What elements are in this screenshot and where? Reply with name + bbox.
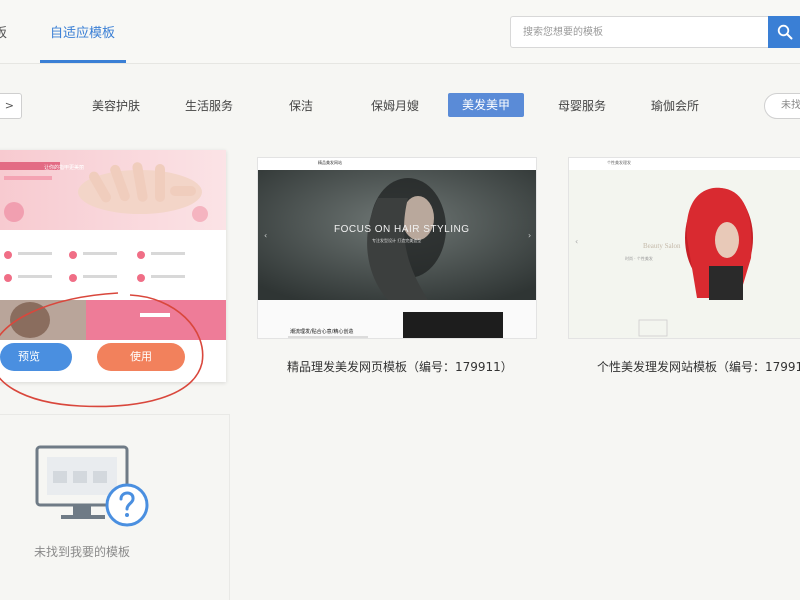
hair-styling-thumbnail: ‹ › xyxy=(258,158,536,338)
template-title-beauty-salon[interactable]: 个性美发理发网站模板（编号：17991 xyxy=(597,358,800,375)
template-card-hair-styling-thumbnail[interactable]: ‹ › 精品美发网站 FOCUS ON HAIR STYLING 专注发型设计 … xyxy=(257,157,537,339)
beauty-salon-hero-text: Beauty Salon xyxy=(643,242,681,250)
search-input[interactable] xyxy=(510,16,768,48)
top-nav: 板 自适应模板 xyxy=(0,0,800,64)
category-not-found-button[interactable]: 未找 xyxy=(764,93,800,119)
not-found-text[interactable]: 未找到我要的模板 xyxy=(34,543,130,560)
search-icon xyxy=(777,24,793,40)
nav-tab-prev[interactable]: 板 xyxy=(0,22,7,41)
category-prev-button[interactable]: > xyxy=(0,93,22,119)
monitor-question-icon xyxy=(35,445,149,527)
category-maternal-infant[interactable]: 母婴服务 xyxy=(558,97,606,114)
category-hair-nails[interactable]: 美发美甲 xyxy=(448,93,525,117)
beauty-salon-thumbnail: ‹ xyxy=(569,158,800,338)
svg-text:›: › xyxy=(528,231,531,240)
category-yoga[interactable]: 瑜伽会所 xyxy=(651,97,699,114)
beauty-salon-brand: 个性美发理发 xyxy=(607,160,631,165)
svg-text:‹: ‹ xyxy=(575,237,578,246)
svg-text:‹: ‹ xyxy=(264,231,267,240)
hair-styling-hero-text: FOCUS ON HAIR STYLING xyxy=(334,224,470,235)
template-card-beauty-salon-thumbnail[interactable]: ‹ 个性美发理发 Beauty Salon 时尚 · 个性美发 xyxy=(568,157,800,339)
category-beauty-skincare[interactable]: 美容护肤 xyxy=(92,97,140,114)
hair-styling-brand: 精品美发网站 xyxy=(318,160,342,165)
category-nanny[interactable]: 保姆月嫂 xyxy=(371,97,419,114)
hair-styling-subheading: 潮流理发/贴合心意/精心创造 xyxy=(290,329,354,335)
not-found-card[interactable] xyxy=(0,414,230,600)
category-life-services[interactable]: 生活服务 xyxy=(185,97,233,114)
beauty-salon-hero-subtext: 时尚 · 个性美发 xyxy=(625,256,653,261)
annotation-circle xyxy=(0,292,204,408)
nail-banner-text: 让你的指甲更美丽 xyxy=(44,165,85,171)
hair-styling-hero-subtext: 专注发型设计 打造完美造型 xyxy=(372,238,422,243)
search-box xyxy=(510,16,800,48)
nav-tab-responsive-templates[interactable]: 自适应模板 xyxy=(50,22,115,41)
search-button[interactable] xyxy=(768,16,800,48)
active-tab-indicator xyxy=(40,60,126,63)
template-title-hair-styling[interactable]: 精品理发美发网页模板（编号：179911） xyxy=(287,358,513,375)
category-cleaning[interactable]: 保洁 xyxy=(289,97,313,114)
template-gallery-page: 板 自适应模板 > 美容护肤 生活服务 保洁 保姆月嫂 美发美甲 母婴服务 瑜伽… xyxy=(0,0,800,600)
